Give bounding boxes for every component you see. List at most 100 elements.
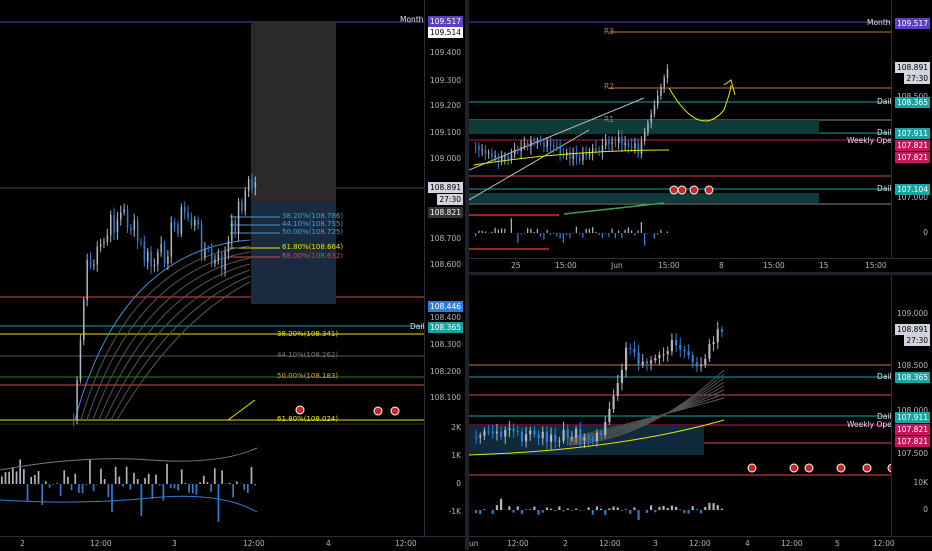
tr-volume-bar <box>550 233 551 235</box>
br-volume-bar <box>604 510 606 515</box>
br-candle-body <box>683 350 685 352</box>
br-price-scale[interactable]: 109.000 108.500 108.000 107.500 10K 0 10… <box>891 275 932 536</box>
left-volume-bar <box>118 477 120 484</box>
pivot-r3-label: R3 <box>604 27 614 36</box>
tr-volume-bar <box>647 233 648 234</box>
left-price-scale[interactable]: 109.400 109.300 109.200 109.100 109.000 … <box>424 0 465 536</box>
br-volume-bar <box>588 507 590 510</box>
tr-candle-body <box>589 153 591 156</box>
br-candle-body <box>583 438 585 441</box>
br-volume-bar <box>538 510 540 515</box>
event-marker <box>296 406 304 414</box>
left-volume-bar <box>126 467 128 484</box>
br-volume-bar <box>554 510 556 511</box>
tr-candle-body <box>524 143 526 147</box>
tr-volume-bar <box>478 231 479 233</box>
left-candle-body <box>76 380 78 420</box>
br-volume-bar <box>638 510 640 520</box>
volume-tick: 2K <box>451 423 461 432</box>
tr-candle-body <box>638 143 640 154</box>
left-candle-body <box>103 242 105 244</box>
left-volume-bar <box>5 472 7 484</box>
left-volume-bar <box>93 484 95 491</box>
br-candle-body <box>513 428 515 431</box>
left-candle-body <box>140 241 142 242</box>
tr-candle-body <box>612 142 614 144</box>
tr-price-scale[interactable]: 108.500 107.000 0 109.517 108.891 27:30 … <box>891 0 932 258</box>
br-volume-bar <box>650 505 652 510</box>
br-volume-bar <box>571 510 573 511</box>
br-candle-body <box>488 431 490 432</box>
time-label: 15:00 <box>763 261 785 270</box>
ma-ribbon <box>111 276 250 420</box>
tr-candle-body <box>485 150 487 154</box>
event-marker <box>863 464 871 472</box>
left-chart-pane[interactable]: Monthly Daily 38.20%(108.786) 44.10%(108… <box>0 0 465 536</box>
left-candle-body <box>86 260 88 300</box>
left-price-chart[interactable] <box>0 0 425 536</box>
tr-volume-bar <box>517 233 518 243</box>
br-candle-body <box>650 360 652 363</box>
tr-volume-bar <box>504 229 505 233</box>
left-volume-bar <box>12 468 14 484</box>
left-volume-bar <box>166 464 168 484</box>
event-marker <box>690 186 698 194</box>
tr-volume-bar <box>475 233 476 237</box>
br-candle-body <box>592 438 594 441</box>
fib-short-50: 50.00%(108.725) <box>282 228 343 236</box>
fib-long-618: 61.80%(108.024) <box>277 415 338 423</box>
bottom-right-chart-pane[interactable]: Daily Daily Weekly Open 109.000 108.500 … <box>469 275 932 536</box>
left-candle-body <box>83 300 85 340</box>
fib-short-618: 61.80%(108.664) <box>282 243 343 251</box>
left-volume-bar <box>52 484 54 485</box>
tr-time-axis[interactable]: 25 15:00 Jun 15:00 8 15:00 15 15:00 <box>469 258 932 273</box>
br-candle-body <box>492 431 494 433</box>
left-candle-body <box>204 249 206 257</box>
tr-volume-bar <box>573 233 574 234</box>
ma-ribbon <box>105 270 250 420</box>
tr-candle-body <box>521 147 523 152</box>
green-arrow-line <box>564 203 664 214</box>
left-volume-bar <box>170 484 172 488</box>
left-candle-body <box>171 223 173 257</box>
tr-volume-bar <box>631 230 632 233</box>
tr-candle-body <box>657 96 659 105</box>
tr-volume-bar <box>602 233 603 238</box>
br-candle-body <box>475 437 477 438</box>
br-volume-bar <box>513 510 515 513</box>
countdown-tag: 27:30 <box>437 194 463 205</box>
br-volume-bar <box>508 506 510 510</box>
tr-candle-body <box>660 87 662 96</box>
left-volume-bar <box>181 469 183 484</box>
time-label: 12:00 <box>243 539 265 548</box>
left-volume-bar <box>71 484 73 490</box>
br-candle-body <box>696 362 698 366</box>
br-volume-bar <box>517 506 519 510</box>
br-candle-body <box>550 435 552 442</box>
tr-volume-bar <box>540 233 541 237</box>
br-candle-body <box>667 351 669 354</box>
br-daily-tag-2: 107.911 <box>895 412 930 423</box>
left-time-axis[interactable]: 2 12:00 3 12:00 4 12:00 <box>0 536 465 551</box>
br-volume-bar <box>692 506 694 510</box>
tr-volume-bar <box>569 233 570 238</box>
tr-volume-bar <box>566 233 567 235</box>
tr-volume-bar <box>495 228 496 233</box>
br-volume-bar <box>621 510 623 511</box>
tr-candle-body <box>576 154 578 158</box>
top-right-chart-pane[interactable]: Monthly Daily Daily Weekly Open Daily R3… <box>469 0 932 258</box>
left-candle-body <box>80 340 82 380</box>
tr-volume-bar <box>644 233 645 245</box>
fib-short-38: 38.20%(108.786) <box>282 212 343 220</box>
br-candle-body <box>571 437 573 438</box>
tr-candle-body <box>475 146 477 147</box>
top-right-price-chart[interactable] <box>469 0 894 258</box>
br-countdown-tag: 27:30 <box>904 335 930 346</box>
event-marker <box>670 186 678 194</box>
br-time-axis[interactable]: un 12:00 2 12:00 3 12:00 4 12:00 5 12:00 <box>469 536 932 551</box>
br-candle-body <box>617 383 619 396</box>
tr-candle-body <box>547 140 549 146</box>
time-label: 4 <box>745 539 750 548</box>
left-volume-bar <box>243 484 245 490</box>
bottom-right-price-chart[interactable] <box>469 275 894 536</box>
